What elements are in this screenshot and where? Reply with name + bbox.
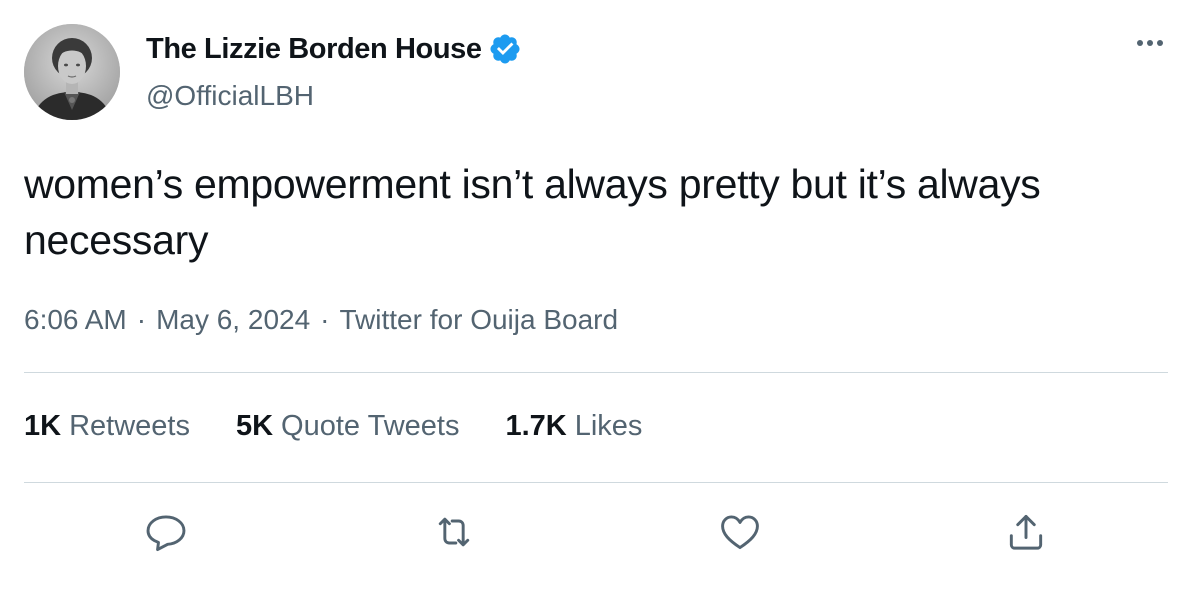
tweet-text: women’s empowerment isn’t always pretty …: [24, 161, 1041, 263]
handle[interactable]: @OfficialLBH: [146, 80, 314, 112]
tweet-meta: 6:06 AM · May 6, 2024 · Twitter for Ouij…: [24, 304, 618, 336]
meta-separator: ·: [136, 304, 147, 335]
reply-icon: [146, 515, 186, 552]
verified-badge-icon[interactable]: [488, 32, 522, 66]
tweet-stats: 1K Retweets 5K Quote Tweets 1.7K Likes: [24, 410, 688, 443]
avatar-portrait-image: [24, 24, 120, 120]
likes-stat[interactable]: 1.7K Likes: [505, 410, 642, 443]
more-dot-icon: [1147, 40, 1153, 46]
more-options-button[interactable]: [1130, 30, 1170, 56]
likes-count: 1.7K: [505, 410, 567, 442]
share-button[interactable]: [1002, 508, 1050, 556]
retweets-label: Retweets: [69, 410, 190, 442]
divider: [24, 482, 1168, 483]
tweet-source[interactable]: Twitter for Ouija Board: [340, 304, 619, 336]
avatar[interactable]: [24, 24, 120, 120]
divider: [24, 372, 1168, 373]
like-button[interactable]: [716, 508, 764, 556]
retweets-count: 1K: [24, 410, 62, 442]
retweet-icon: [438, 517, 470, 547]
likes-label: Likes: [574, 410, 643, 442]
display-name[interactable]: The Lizzie Borden House: [146, 33, 482, 66]
tweet: The Lizzie Borden House @OfficialLBH wom…: [0, 0, 1192, 604]
action-bar: [0, 508, 1192, 568]
author-name-row: The Lizzie Borden House: [146, 32, 522, 66]
quote-tweets-stat[interactable]: 5K Quote Tweets: [236, 410, 459, 443]
tweet-time[interactable]: 6:06 AM: [24, 304, 127, 336]
like-icon: [721, 515, 759, 550]
quote-tweets-count: 5K: [235, 410, 274, 442]
retweet-button[interactable]: [430, 508, 478, 556]
tweet-date[interactable]: May 6, 2024: [156, 304, 310, 336]
retweets-stat[interactable]: 1K Retweets: [24, 410, 190, 443]
more-dot-icon: [1137, 40, 1143, 46]
share-icon: [1009, 514, 1043, 550]
reply-button[interactable]: [142, 508, 190, 556]
more-dot-icon: [1157, 40, 1163, 46]
meta-separator: ·: [320, 304, 330, 335]
quote-tweets-label: Quote Tweets: [281, 410, 460, 442]
